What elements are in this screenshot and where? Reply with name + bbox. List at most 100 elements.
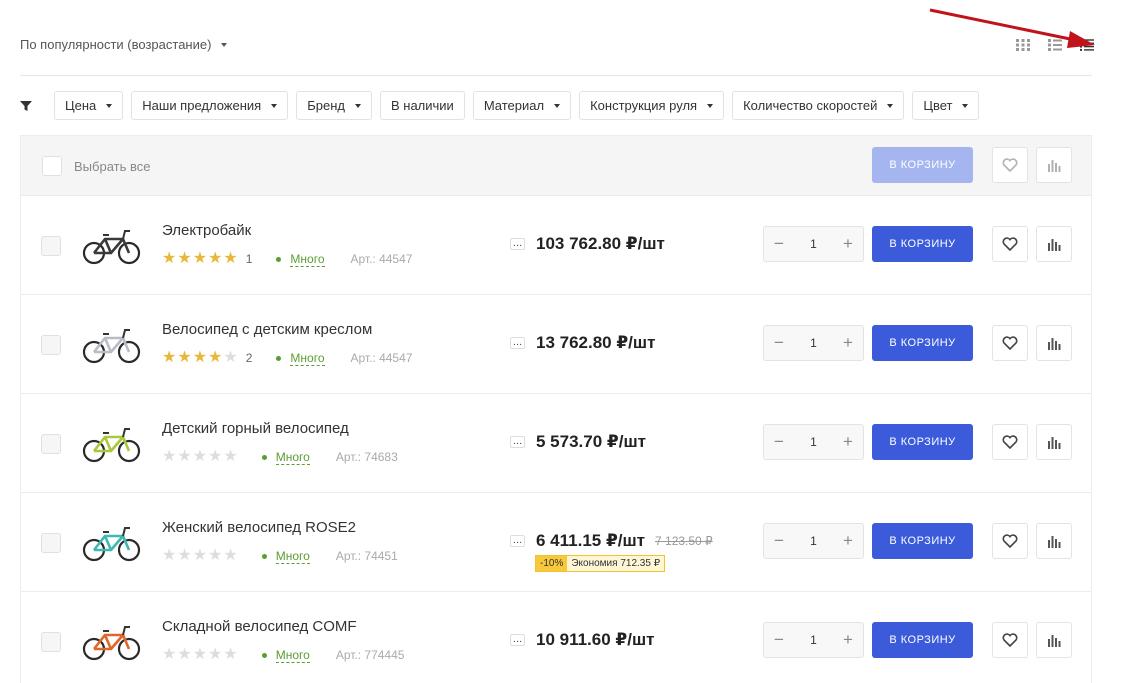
chevron-down-icon [887, 103, 894, 108]
compare-button[interactable] [1036, 523, 1072, 559]
filter-funnel-icon[interactable] [20, 99, 34, 113]
filter-chip-label: Количество скоростей [743, 98, 878, 113]
decrease-quantity-button[interactable]: − [772, 631, 786, 648]
stock-status[interactable]: Много [261, 450, 310, 465]
product-name[interactable]: Складной велосипед COMF [162, 618, 357, 635]
stock-dot-icon [261, 652, 267, 658]
list-view-icon[interactable] [1047, 38, 1063, 52]
product-checkbox[interactable] [41, 434, 61, 454]
favorite-button[interactable] [992, 523, 1028, 559]
add-to-cart-button[interactable]: В КОРЗИНУ [872, 325, 973, 361]
add-to-cart-button[interactable]: В КОРЗИНУ [872, 226, 973, 262]
star-icon: ★ [208, 349, 223, 366]
stock-status[interactable]: Много [276, 351, 325, 366]
star-icon: ★ [192, 547, 208, 564]
filter-chip[interactable]: Цена [54, 91, 124, 120]
product-image[interactable] [81, 221, 143, 269]
favorite-button[interactable] [992, 622, 1028, 658]
bulk-favorite-button[interactable] [992, 147, 1028, 183]
price-more-icon[interactable]: … [510, 238, 525, 250]
bulk-compare-button[interactable] [1036, 147, 1072, 183]
star-icon: ★ [208, 547, 223, 564]
filter-chip[interactable]: Наши предложения [131, 91, 289, 120]
product-checkbox[interactable] [41, 335, 61, 355]
filter-chip[interactable]: В наличии [379, 91, 465, 120]
product-image[interactable] [81, 617, 143, 665]
decrease-quantity-button[interactable]: − [772, 235, 786, 252]
product-name[interactable]: Электробайк [162, 222, 251, 239]
bulk-add-to-cart-button[interactable]: В КОРЗИНУ [872, 147, 973, 183]
quantity-stepper: −1 + [763, 226, 864, 262]
compare-button[interactable] [1036, 226, 1072, 262]
increase-quantity-button[interactable]: + [841, 631, 855, 648]
favorite-button[interactable] [992, 424, 1028, 460]
decrease-quantity-button[interactable]: − [772, 532, 786, 549]
add-to-cart-button[interactable]: В КОРЗИНУ [872, 523, 973, 559]
quantity-input[interactable]: 1 [799, 237, 829, 251]
article-number: Арт.: 74451 [335, 549, 398, 563]
increase-quantity-button[interactable]: + [841, 334, 855, 351]
star-icon: ★ [192, 349, 208, 366]
compare-button[interactable] [1036, 622, 1072, 658]
product-checkbox[interactable] [41, 533, 61, 553]
star-icon: ★ [192, 646, 208, 663]
product-price: 10 911.60 ₽/шт [536, 630, 655, 649]
increase-quantity-button[interactable]: + [841, 532, 855, 549]
star-icon: ★ [162, 448, 177, 465]
product-name[interactable]: Велосипед с детским креслом [162, 321, 372, 338]
increase-quantity-button[interactable]: + [841, 433, 855, 450]
price-block: … 13 762.80 ₽/шт [510, 333, 655, 353]
stock-label: Много [290, 251, 325, 267]
heart-icon [1002, 336, 1018, 350]
price-more-icon[interactable]: … [510, 436, 525, 448]
heart-icon [1002, 237, 1018, 251]
product-checkbox[interactable] [41, 236, 61, 256]
increase-quantity-button[interactable]: + [841, 235, 855, 252]
filter-chip[interactable]: Бренд [296, 91, 372, 120]
price-more-icon[interactable]: … [510, 634, 525, 646]
select-all-checkbox[interactable] [42, 156, 62, 176]
star-icon: ★ [177, 547, 192, 564]
product-rows: Электробайк ★ ★ ★ ★ ★ 1 Много Арт.: 44547… 103 76… [21, 196, 1091, 683]
compare-button[interactable] [1036, 424, 1072, 460]
filter-chip[interactable]: Материал [472, 91, 572, 120]
product-image[interactable] [81, 320, 143, 368]
product-image[interactable] [81, 518, 143, 566]
quantity-input[interactable]: 1 [799, 336, 829, 350]
stock-label: Много [275, 548, 310, 564]
stock-status[interactable]: Много [261, 648, 310, 663]
filter-chip[interactable]: Конструкция руля [579, 91, 725, 120]
decrease-quantity-button[interactable]: − [772, 433, 786, 450]
favorite-button[interactable] [992, 226, 1028, 262]
filter-chip[interactable]: Цвет [912, 91, 980, 120]
product-checkbox[interactable] [41, 632, 61, 652]
quantity-input[interactable]: 1 [799, 534, 829, 548]
chevron-down-icon [271, 103, 278, 108]
compact-list-view-icon[interactable] [1079, 38, 1095, 52]
stock-status[interactable]: Много [276, 251, 325, 267]
filter-chip[interactable]: Количество скоростей [732, 91, 905, 120]
add-to-cart-button[interactable]: В КОРЗИНУ [872, 424, 973, 460]
product-row: Детский горный велосипед ★ ★ ★ ★ ★ Много Арт.: … [21, 394, 1091, 493]
view-switcher [1015, 38, 1095, 52]
stock-dot-icon [276, 355, 282, 361]
add-to-cart-button[interactable]: В КОРЗИНУ [872, 622, 973, 658]
quantity-input[interactable]: 1 [799, 435, 829, 449]
price-more-icon[interactable]: … [510, 535, 525, 547]
product-image[interactable] [81, 419, 143, 467]
product-row: Велосипед с детским креслом ★ ★ ★ ★ ★ 2 Много Ар… [21, 295, 1091, 394]
price-more-icon[interactable]: … [510, 337, 525, 349]
decrease-quantity-button[interactable]: − [772, 334, 786, 351]
product-name[interactable]: Женский велосипед ROSE2 [162, 519, 356, 536]
star-icon: ★ [223, 646, 238, 663]
star-icon: ★ [223, 448, 238, 465]
product-name[interactable]: Детский горный велосипед [162, 420, 349, 437]
stock-status[interactable]: Много [261, 548, 310, 564]
bar-chart-icon [1048, 635, 1061, 647]
compare-button[interactable] [1036, 325, 1072, 361]
price-block: … 10 911.60 ₽/шт [510, 630, 654, 650]
quantity-input[interactable]: 1 [799, 633, 829, 647]
grid-view-icon[interactable] [1015, 38, 1031, 52]
sort-dropdown[interactable]: По популярности (возрастание) [20, 37, 228, 52]
favorite-button[interactable] [992, 325, 1028, 361]
